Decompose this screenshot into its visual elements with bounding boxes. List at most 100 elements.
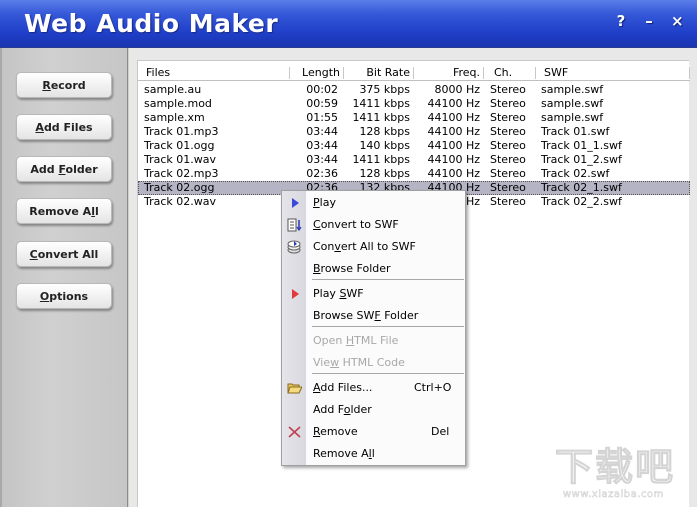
menu-item-label: Browse Folder	[313, 262, 391, 275]
file-length: 02:36	[306, 167, 338, 180]
file-swf: Track 01_2.swf	[541, 153, 622, 166]
column-header-swf[interactable]: SWF	[536, 65, 690, 81]
file-frequency: 44100 Hz	[427, 167, 480, 180]
add-files-button[interactable]: Add Files	[16, 114, 112, 140]
menu-item-add-folder[interactable]: Add Folder	[282, 399, 465, 421]
file-bitrate: 128 kbps	[359, 125, 410, 138]
file-length: 01:55	[306, 111, 338, 124]
file-channels: Stereo	[490, 139, 526, 152]
convert-all-icon	[287, 240, 302, 254]
file-swf: Track 02_2.swf	[541, 195, 622, 208]
file-row[interactable]: sample.au 00:02 375 kbps 8000 Hz Stereo sampl…	[138, 83, 690, 97]
file-row[interactable]: Track 02.mp3 02:36 128 kbps 44100 Hz Stereo T…	[138, 167, 690, 181]
menu-item-label: Open HTML File	[313, 334, 399, 347]
file-name: Track 02.mp3	[144, 167, 219, 180]
file-row[interactable]: sample.xm 01:55 1411 kbps 44100 Hz Stereo sam…	[138, 111, 690, 125]
file-frequency: 44100 Hz	[427, 125, 480, 138]
menu-item-browse-folder[interactable]: Browse Folder	[282, 258, 465, 280]
menu-item-remove-all[interactable]: Remove All	[282, 443, 465, 465]
menu-item-remove[interactable]: Remove Del	[282, 421, 465, 443]
file-length: 03:44	[306, 125, 338, 138]
menu-item-convert-to-swf[interactable]: Convert to SWF	[282, 214, 465, 236]
file-swf: Track 02_1.swf	[541, 181, 622, 194]
file-channels: Stereo	[490, 97, 526, 110]
file-frequency: 44100 Hz	[427, 97, 480, 110]
file-channels: Stereo	[490, 181, 526, 194]
list-header: Files Length Bit Rate Freq. Ch. SWF	[138, 65, 690, 81]
play-swf-icon	[287, 287, 302, 301]
add-folder-button[interactable]: Add Folder	[16, 156, 112, 182]
menu-item-play[interactable]: Play	[282, 192, 465, 214]
add-files-label: Add Files	[35, 120, 93, 134]
file-name: Track 01.mp3	[144, 125, 219, 138]
file-channels: Stereo	[490, 83, 526, 96]
title-bar: Web Audio Maker ? – ×	[0, 0, 697, 48]
file-name: sample.au	[144, 83, 202, 96]
menu-item-add-files[interactable]: Add Files... Ctrl+O	[282, 377, 465, 399]
remove-all-label: Remove All	[29, 204, 99, 218]
menu-item-view-html-code: View HTML Code	[282, 352, 465, 374]
file-swf: Track 01.swf	[541, 125, 610, 138]
record-label: Record	[42, 78, 86, 92]
help-button[interactable]: ?	[615, 12, 627, 30]
context-menu: Play Convert to SWF Convert All to SWF Brow…	[281, 190, 466, 466]
menu-item-label: Convert to SWF	[313, 218, 399, 231]
record-button[interactable]: Record	[16, 72, 112, 98]
file-name: Track 02.ogg	[144, 181, 215, 194]
menu-item-play-swf[interactable]: Play SWF	[282, 283, 465, 305]
menu-item-label: Add Files...	[313, 381, 373, 394]
column-header-files[interactable]: Files	[138, 65, 290, 81]
file-name: Track 02.wav	[144, 195, 217, 208]
file-swf: sample.swf	[541, 97, 604, 110]
file-row[interactable]: Track 01.ogg 03:44 140 kbps 44100 Hz Stereo T…	[138, 139, 690, 153]
column-header-bitrate[interactable]: Bit Rate	[344, 65, 414, 81]
minimize-button[interactable]: –	[643, 12, 655, 30]
window-controls: ? – ×	[615, 12, 684, 30]
file-swf: Track 02.swf	[541, 167, 610, 180]
column-header-length[interactable]: Length	[290, 65, 344, 81]
file-name: Track 01.wav	[144, 153, 217, 166]
file-frequency: 44100 Hz	[427, 153, 480, 166]
options-button[interactable]: Options	[16, 283, 112, 309]
menu-item-label: View HTML Code	[313, 356, 405, 369]
convert-all-button[interactable]: Convert All	[16, 241, 112, 267]
file-bitrate: 140 kbps	[359, 139, 410, 152]
remove-all-button[interactable]: Remove All	[16, 198, 112, 224]
menu-item-shortcut: Ctrl+O	[414, 381, 452, 394]
column-header-ch[interactable]: Ch.	[484, 65, 536, 81]
menu-item-label: Play	[313, 196, 336, 209]
close-button[interactable]: ×	[671, 12, 684, 30]
file-bitrate: 1411 kbps	[352, 97, 410, 110]
remove-icon	[287, 425, 302, 439]
menu-item-browse-swf-folder[interactable]: Browse SWF Folder	[282, 305, 465, 327]
convert-icon	[287, 218, 302, 232]
convert-all-label: Convert All	[29, 247, 99, 261]
file-channels: Stereo	[490, 195, 526, 208]
file-length: 03:44	[306, 153, 338, 166]
menu-item-shortcut: Del	[431, 425, 450, 438]
file-name: Track 01.ogg	[144, 139, 215, 152]
file-row[interactable]: sample.mod 00:59 1411 kbps 44100 Hz Stereo sa…	[138, 97, 690, 111]
menu-item-open-html-file: Open HTML File	[282, 330, 465, 352]
file-bitrate: 375 kbps	[359, 83, 410, 96]
file-swf: sample.swf	[541, 83, 604, 96]
menu-item-convert-all-to-swf[interactable]: Convert All to SWF	[282, 236, 465, 258]
column-header-freq[interactable]: Freq.	[414, 65, 484, 81]
menu-item-label: Remove	[313, 425, 358, 438]
app-title: Web Audio Maker	[24, 9, 279, 38]
add-folder-label: Add Folder	[30, 162, 98, 176]
file-row[interactable]: Track 01.mp3 03:44 128 kbps 44100 Hz Stereo T…	[138, 125, 690, 139]
menu-item-label: Remove All	[313, 447, 375, 460]
options-label: Options	[39, 289, 89, 303]
file-frequency: 8000 Hz	[434, 83, 480, 96]
file-row[interactable]: Track 01.wav 03:44 1411 kbps 44100 Hz Stereo…	[138, 153, 690, 167]
file-bitrate: 1411 kbps	[352, 111, 410, 124]
sidebar: Record Add Files Add Folder Remove All C…	[0, 48, 128, 507]
file-bitrate: 1411 kbps	[352, 153, 410, 166]
file-name: sample.xm	[144, 111, 205, 124]
menu-item-label: Browse SWF Folder	[313, 309, 419, 322]
menu-item-label: Add Folder	[313, 403, 372, 416]
file-swf: sample.swf	[541, 111, 604, 124]
menu-item-label: Play SWF	[313, 287, 364, 300]
file-length: 03:44	[306, 139, 338, 152]
